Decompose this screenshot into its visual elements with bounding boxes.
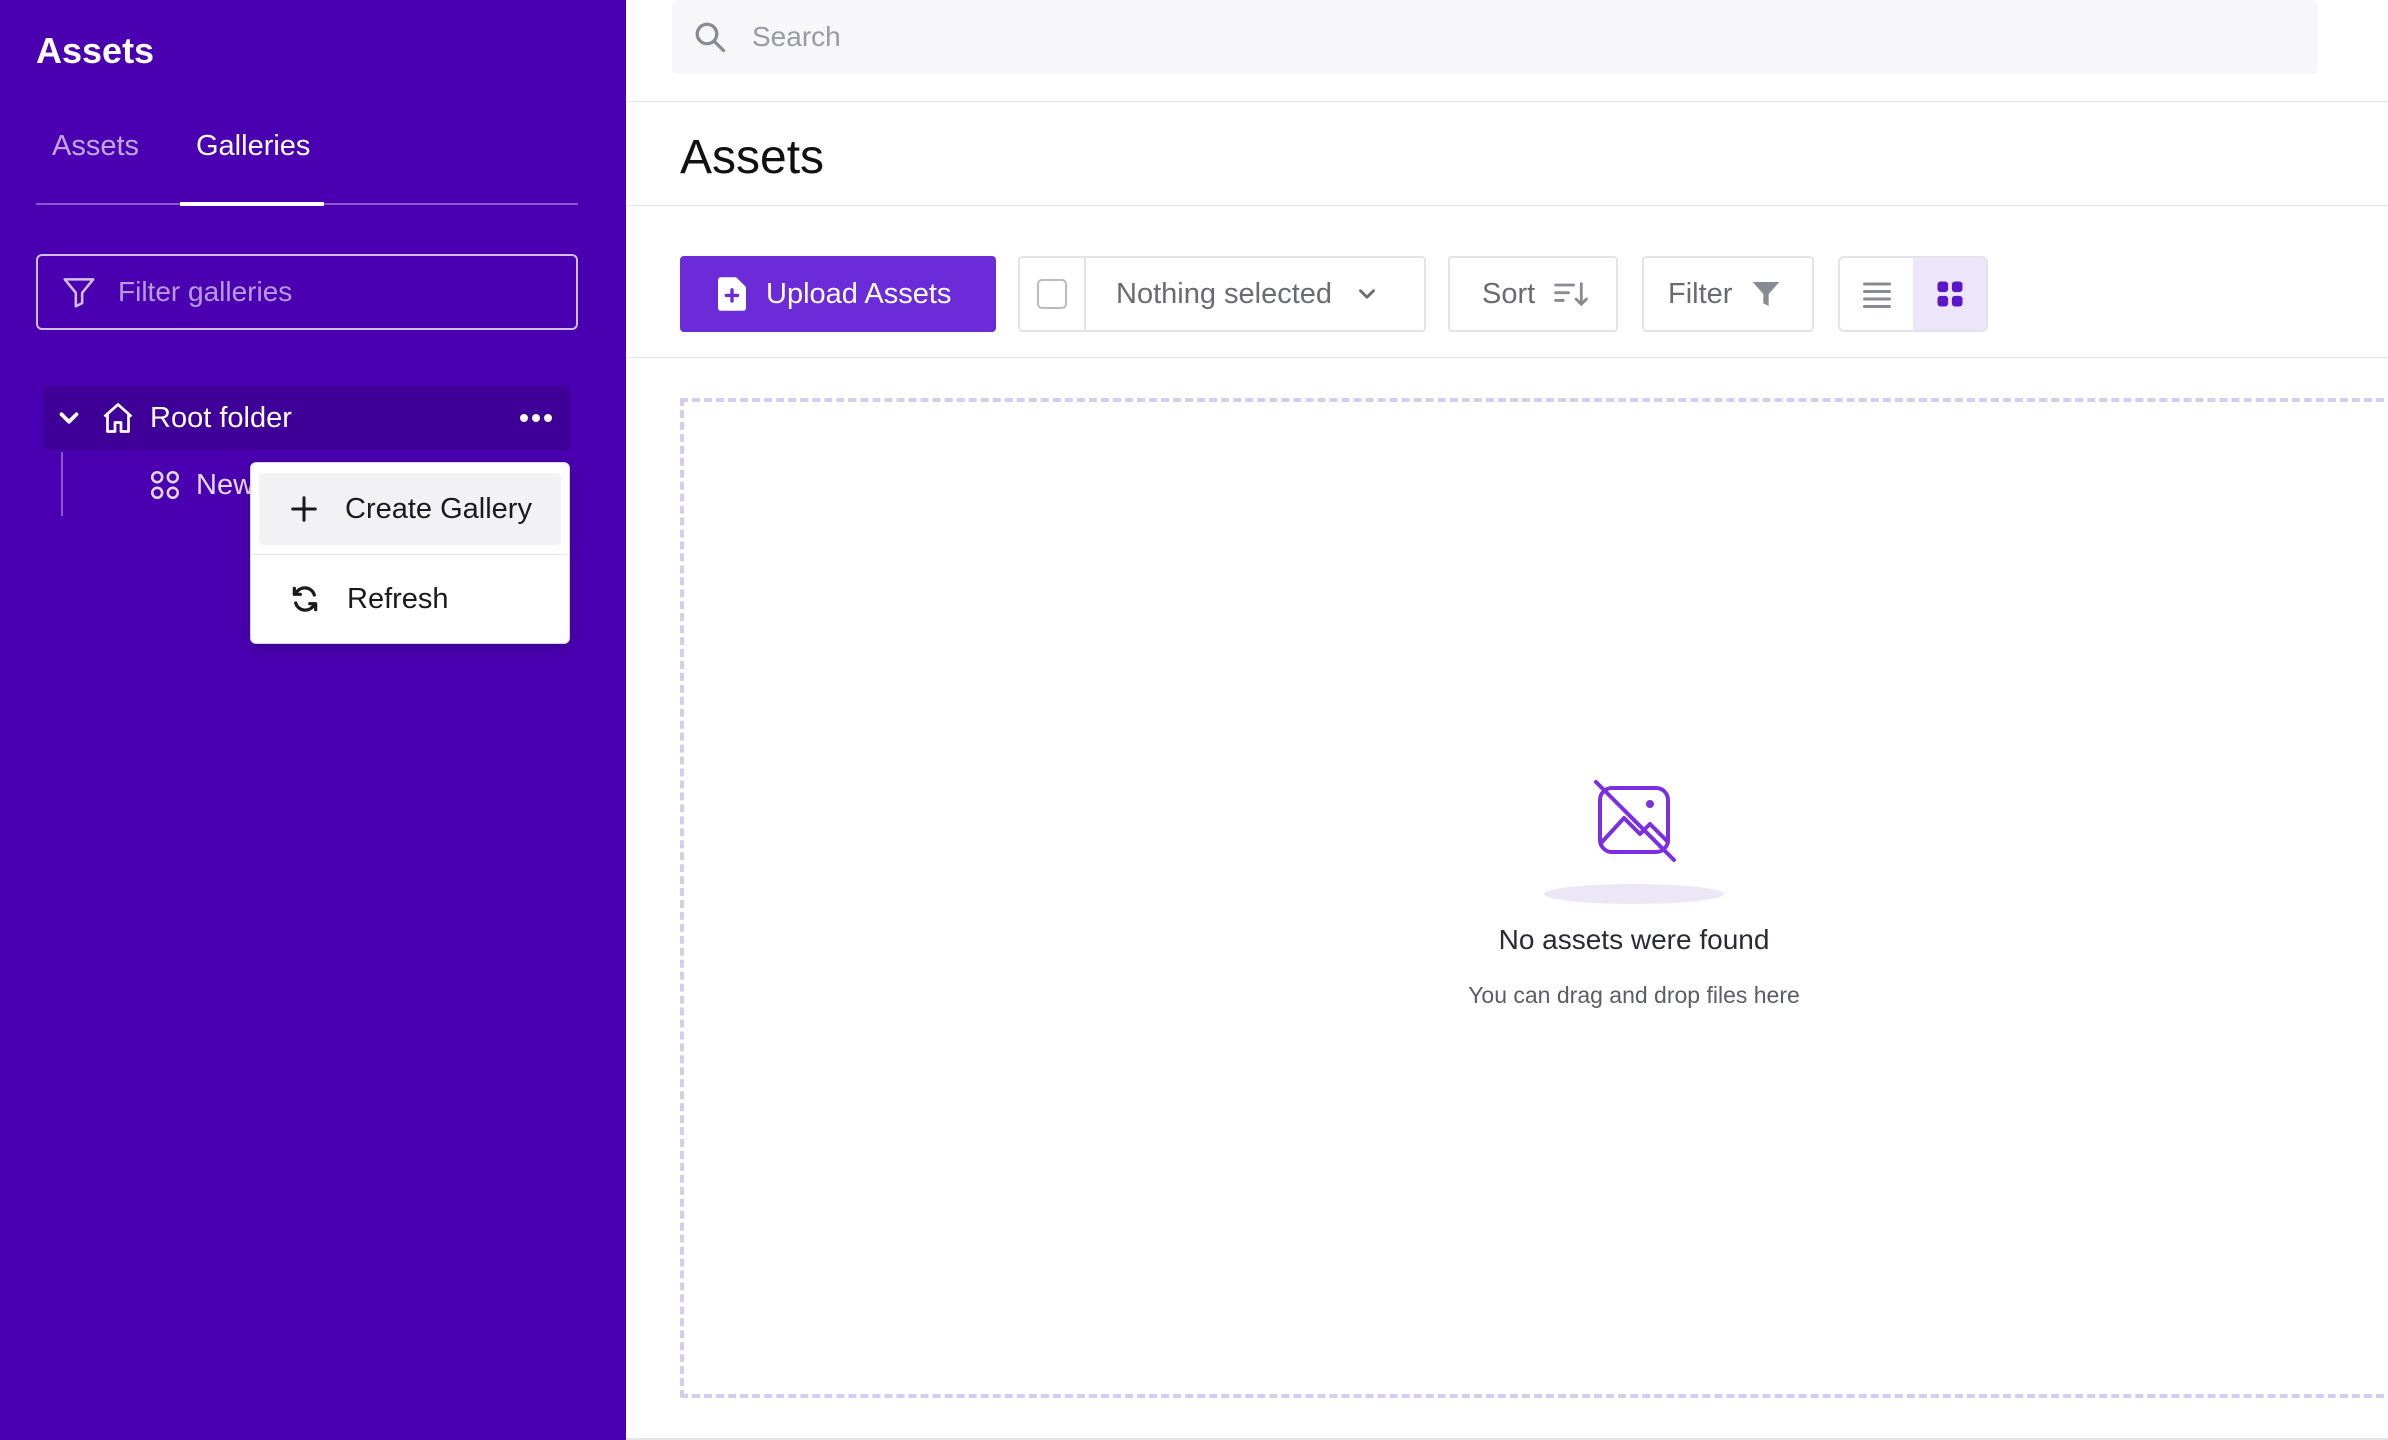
filter-button[interactable]: Filter <box>1642 256 1814 332</box>
filter-galleries-input[interactable] <box>118 276 558 308</box>
menu-item-label: Create Gallery <box>345 492 532 525</box>
tab-galleries[interactable]: Galleries <box>196 130 310 163</box>
checkbox-box <box>1037 279 1067 309</box>
main-content: Assets Upload Assets Nothing selected So… <box>626 0 2388 1440</box>
filter-label: Filter <box>1668 277 1733 310</box>
page-title: Assets <box>680 131 825 184</box>
tree-child-label: New <box>196 468 255 501</box>
select-all-checkbox[interactable] <box>1020 258 1086 330</box>
context-menu: Create Gallery Refresh <box>250 462 570 644</box>
refresh-icon <box>292 586 318 612</box>
selection-label: Nothing selected <box>1116 277 1333 310</box>
more-options-button[interactable] <box>516 400 556 436</box>
tree-root-label: Root folder <box>150 401 292 434</box>
page-header: Assets <box>626 102 2388 206</box>
gallery-grid-icon <box>150 470 180 500</box>
grid-icon <box>1937 281 1962 307</box>
menu-item-label: Refresh <box>347 582 449 615</box>
selection-dropdown[interactable]: Nothing selected <box>1086 258 1424 330</box>
grid-view-button[interactable] <box>1913 258 1986 330</box>
more-horizontal-icon <box>520 414 552 422</box>
menu-divider <box>251 554 569 555</box>
plus-icon <box>291 496 317 522</box>
sidebar-title: Assets <box>36 30 155 71</box>
sidebar-tabs: Assets Galleries <box>36 120 578 206</box>
search-icon <box>695 22 726 53</box>
filter-galleries-field[interactable] <box>36 254 578 330</box>
chevron-down-icon[interactable] <box>54 403 84 433</box>
menu-item-refresh[interactable]: Refresh <box>259 563 561 635</box>
sidebar: Assets Assets Galleries Root folder New … <box>0 0 626 1440</box>
upload-assets-button[interactable]: Upload Assets <box>680 256 996 332</box>
search-input[interactable] <box>752 21 2252 53</box>
toolbar: Upload Assets Nothing selected Sort Filt… <box>626 206 2388 358</box>
search-field[interactable] <box>672 0 2318 74</box>
top-bar <box>626 0 2388 102</box>
home-icon <box>103 403 133 433</box>
tree-item-gallery[interactable]: New <box>148 462 254 508</box>
file-plus-icon <box>718 277 746 311</box>
list-view-button[interactable] <box>1840 258 1913 330</box>
tab-assets[interactable]: Assets <box>52 130 139 163</box>
list-icon <box>1862 282 1891 308</box>
asset-dropzone[interactable] <box>680 398 2388 1398</box>
view-mode-toggle <box>1838 256 1988 332</box>
menu-item-create-gallery[interactable]: Create Gallery <box>259 473 561 545</box>
funnel-icon <box>1753 282 1780 306</box>
filter-icon <box>63 278 95 308</box>
empty-state-shadow <box>1544 884 1724 904</box>
sort-label: Sort <box>1482 277 1536 310</box>
chevron-down-icon <box>1359 289 1375 299</box>
tree-item-root-folder[interactable]: Root folder <box>44 386 570 450</box>
upload-assets-label: Upload Assets <box>766 277 952 310</box>
tree-guide-line <box>61 452 63 516</box>
empty-state-title: No assets were found <box>1498 924 1770 955</box>
sort-descending-icon <box>1554 282 1589 307</box>
empty-state-subtitle: You can drag and drop files here <box>1468 982 1800 1008</box>
sort-button[interactable]: Sort <box>1448 256 1618 332</box>
active-tab-indicator <box>180 202 324 206</box>
image-off-icon <box>1594 780 1676 862</box>
selection-group: Nothing selected <box>1018 256 1426 332</box>
